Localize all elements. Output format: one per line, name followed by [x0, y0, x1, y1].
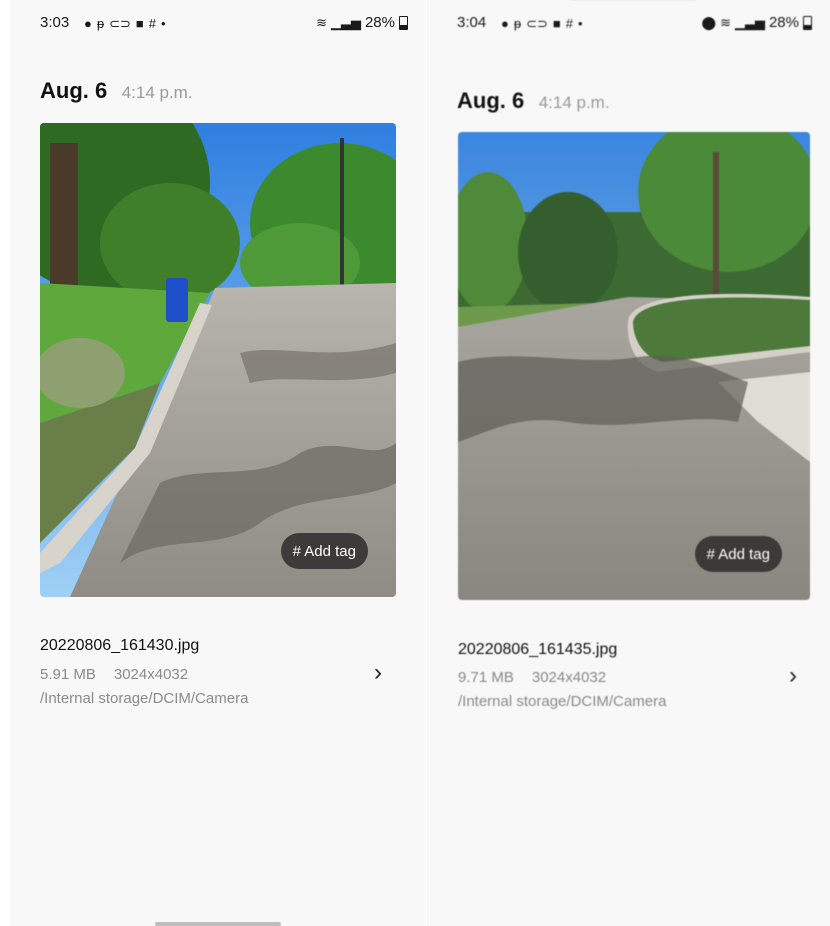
add-tag-button[interactable]: # Add tag: [280, 533, 368, 569]
photo-preview[interactable]: # Add tag: [458, 132, 810, 600]
add-tag-button[interactable]: # Add tag: [694, 536, 782, 572]
signal-icon: ▁▃▅: [330, 14, 361, 30]
hotspot-icon: ᵽ: [513, 16, 522, 31]
battery-icon: [399, 15, 408, 30]
status-time: 3:04: [457, 14, 487, 31]
grid-icon: #: [148, 16, 156, 31]
date-header: Aug. 6 4:14 p.m.: [40, 78, 193, 104]
battery-percent: 28%: [768, 14, 799, 31]
bixby-icon: ■: [135, 16, 144, 31]
file-meta: 9.71 MB 3024x4032: [458, 669, 606, 686]
date-header: Aug. 6 4:14 p.m.: [457, 88, 610, 114]
file-path: /Internal storage/DCIM/Camera: [40, 690, 249, 707]
photo-date: Aug. 6: [457, 88, 525, 113]
dot-icon: •: [577, 16, 583, 31]
photo-image: [40, 123, 396, 597]
battery-percent: 28%: [364, 14, 395, 31]
status-bar: 3:04 ● ᵽ ⊂⊃ ■ # • ⬤ ≋ ▁▃▅ 28%: [457, 14, 812, 36]
file-name: 20220806_161430.jpg: [40, 637, 200, 654]
file-meta: 5.91 MB 3024x4032: [40, 666, 188, 683]
messenger-icon: ●: [501, 16, 509, 31]
photo-preview[interactable]: # Add tag: [40, 123, 396, 597]
photo-date: Aug. 6: [40, 78, 108, 103]
dot-icon: •: [160, 16, 166, 31]
messenger-icon: ●: [84, 16, 92, 31]
home-indicator[interactable]: [155, 922, 281, 926]
file-size: 9.71 MB: [458, 669, 514, 686]
photo-image: [458, 132, 810, 600]
chevron-right-icon[interactable]: ›: [374, 659, 382, 687]
screen-left: 3:03 ● ᵽ ⊂⊃ ■ # • ≋ ▁▃▅ 28% Aug. 6 4:14 …: [10, 0, 426, 926]
usb-icon: ⊂⊃: [109, 16, 131, 31]
file-path: /Internal storage/DCIM/Camera: [458, 693, 667, 710]
file-resolution: 3024x4032: [113, 666, 189, 683]
add-tag-label: # Add tag: [292, 542, 356, 560]
wifi-icon: ≋: [720, 14, 731, 30]
hotspot-icon: ᵽ: [96, 16, 105, 31]
add-tag-label: # Add tag: [706, 545, 770, 563]
grid-icon: #: [565, 16, 573, 31]
file-resolution: 3024x4032: [531, 669, 607, 686]
usb-icon: ⊂⊃: [526, 16, 548, 31]
photo-time: 4:14 p.m.: [121, 83, 193, 102]
battery-icon: [803, 15, 812, 30]
screen-right: 3:04 ● ᵽ ⊂⊃ ■ # • ⬤ ≋ ▁▃▅ 28% Aug. 6 4:1…: [427, 0, 830, 926]
status-bar: 3:03 ● ᵽ ⊂⊃ ■ # • ≋ ▁▃▅ 28%: [40, 14, 408, 36]
bixby-icon: ■: [552, 16, 561, 31]
file-size: 5.91 MB: [40, 666, 96, 683]
chevron-right-icon[interactable]: ›: [789, 662, 797, 690]
wifi-icon: ≋: [316, 14, 327, 30]
file-name: 20220806_161435.jpg: [458, 641, 618, 658]
status-time: 3:03: [40, 14, 70, 31]
location-icon: ⬤: [701, 14, 717, 30]
photo-time: 4:14 p.m.: [538, 93, 610, 112]
signal-icon: ▁▃▅: [734, 14, 765, 30]
